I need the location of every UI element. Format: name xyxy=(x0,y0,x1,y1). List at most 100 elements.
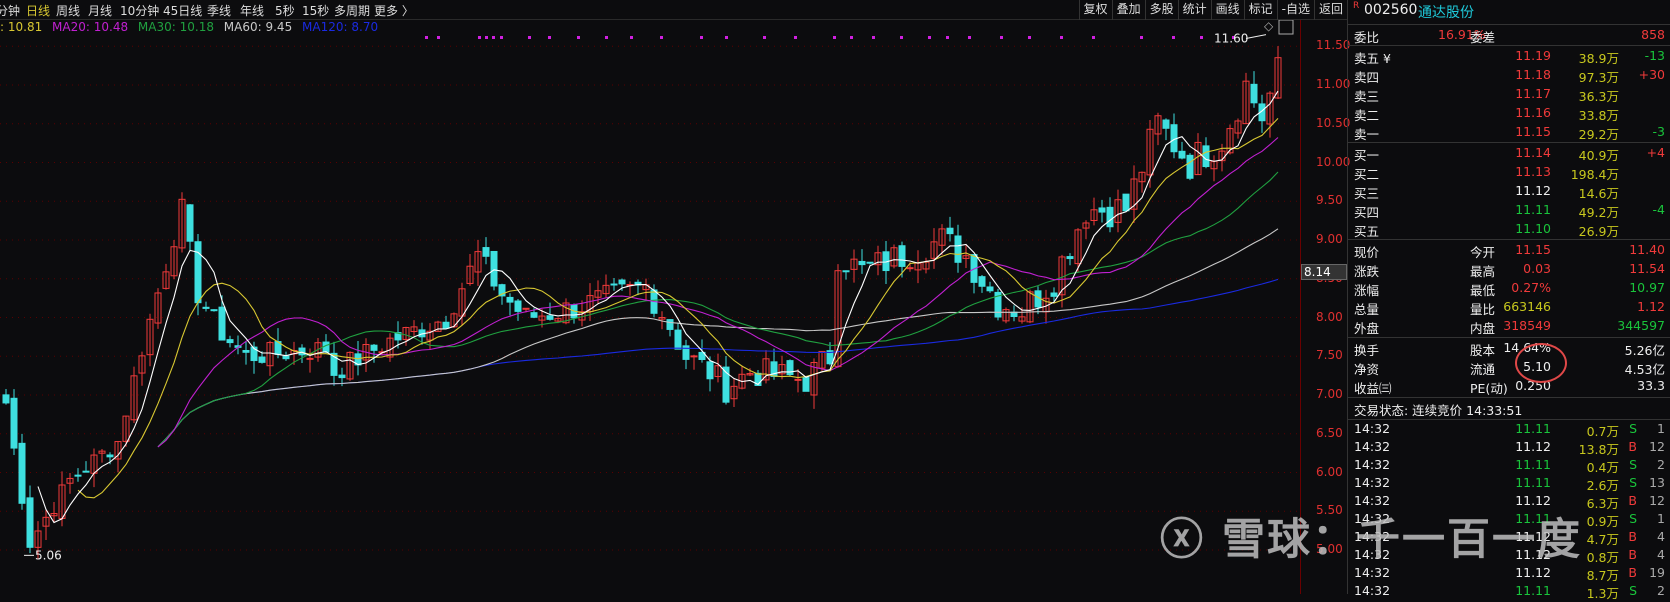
ma10-line xyxy=(77,118,1279,499)
cell: 11.12 xyxy=(1515,439,1551,454)
period-tab[interactable]: 更多 〉 xyxy=(374,2,414,19)
cell: 0.03 xyxy=(1523,261,1551,276)
signal-marker xyxy=(548,36,551,39)
signal-marker xyxy=(763,36,766,39)
tool-button[interactable]: -自选 xyxy=(1276,0,1314,20)
candle-down xyxy=(610,283,618,286)
trading-status-row: 交易状态: 连续竞价 14:33:51 xyxy=(1348,400,1670,418)
cell: B xyxy=(1628,439,1637,454)
candle-down xyxy=(666,319,674,330)
signal-marker xyxy=(1200,36,1203,39)
signal-marker xyxy=(1092,36,1095,39)
candle-down xyxy=(2,394,10,404)
period-tab[interactable]: 45日线 xyxy=(163,2,202,19)
candle-down xyxy=(1178,150,1186,159)
period-tab[interactable]: 季线 xyxy=(207,2,231,19)
signal-marker xyxy=(605,36,608,39)
y-tick-label: 10.50 xyxy=(1316,115,1351,130)
period-tab[interactable]: 日线 xyxy=(26,2,50,19)
kline-chart[interactable]: 5.06 11.60 ◇ xyxy=(0,0,1300,594)
divider xyxy=(1348,142,1670,143)
period-tab[interactable]: 多周期 xyxy=(334,2,370,19)
cell: 40.9万 xyxy=(1578,148,1619,163)
cell: 38.9万 xyxy=(1578,51,1619,66)
candle-up xyxy=(522,307,530,310)
tool-button[interactable]: 画线 xyxy=(1210,0,1244,20)
candle-down xyxy=(242,349,250,353)
cell: B xyxy=(1628,493,1637,508)
cell: 最低 xyxy=(1470,283,1496,298)
cell: 11.17 xyxy=(1515,86,1551,101)
cell: 0.8万 xyxy=(1586,550,1619,565)
signal-marker xyxy=(425,36,428,39)
panel-toggle-icon[interactable] xyxy=(1278,19,1294,35)
candle-down xyxy=(442,321,450,329)
cell: 买三 xyxy=(1354,186,1380,201)
cell: 11.15 xyxy=(1515,242,1551,257)
tool-button[interactable]: 标记 xyxy=(1243,0,1277,20)
signal-marker xyxy=(872,36,875,39)
tool-button[interactable]: 返回 xyxy=(1313,0,1347,20)
period-tab[interactable]: 5秒 xyxy=(275,2,295,19)
period-tab[interactable]: 年线 xyxy=(240,2,264,19)
candle-down xyxy=(210,309,218,312)
tool-button[interactable]: 统计 xyxy=(1177,0,1211,20)
candle-down xyxy=(858,260,866,266)
tick-trade-row: 14:32 11.11 0.4万 S 2 xyxy=(1348,457,1670,475)
cell: 11.11 xyxy=(1515,421,1551,436)
high-price-label: 11.60 xyxy=(1214,32,1248,46)
tick-trade-row: 14:32 11.12 13.8万 B 12 xyxy=(1348,439,1670,457)
candle-down xyxy=(1098,207,1106,213)
cell: 14:32 xyxy=(1354,439,1391,454)
cell: -13 xyxy=(1644,48,1665,63)
quote-stat-row: 涨跌 0.03 最高 11.54 xyxy=(1348,261,1670,279)
cell: 1.3万 xyxy=(1586,586,1619,601)
cell: 198.4万 xyxy=(1570,167,1619,182)
cell: -4 xyxy=(1652,202,1665,217)
tool-button[interactable]: 叠加 xyxy=(1111,0,1145,20)
cell: 14:32 xyxy=(1354,475,1391,490)
period-tab[interactable]: 周线 xyxy=(56,2,80,19)
period-tab[interactable]: 15秒 xyxy=(302,2,329,19)
cell: 0.7万 xyxy=(1586,424,1619,439)
low-price-label: 5.06 xyxy=(35,548,62,562)
cell: 11.10 xyxy=(1515,221,1551,236)
period-tab[interactable]: 10分钟 xyxy=(120,2,159,19)
y-tick-label: 7.00 xyxy=(1316,387,1343,401)
cell: 总量 xyxy=(1354,302,1380,317)
candle-down xyxy=(898,245,906,267)
cell: 买四 xyxy=(1354,205,1380,220)
quote-stat-row: 现价 11.15 今开 11.40 xyxy=(1348,242,1670,260)
signal-marker xyxy=(500,36,503,39)
signal-marker xyxy=(1140,36,1143,39)
cell: 11.54 xyxy=(1629,261,1665,276)
bid-level: 买二 11.13 198.4万 xyxy=(1348,164,1670,182)
candle-down xyxy=(1050,292,1058,297)
y-tick-label: 11.00 xyxy=(1316,77,1351,91)
cell: 今开 xyxy=(1470,245,1496,260)
diamond-icon[interactable]: ◇ xyxy=(1264,19,1274,33)
ask-level: 卖三 11.17 36.3万 xyxy=(1348,86,1670,104)
cell: 14:32 xyxy=(1354,565,1391,580)
candle-down xyxy=(986,286,994,292)
tool-button[interactable]: 复权 xyxy=(1078,0,1112,20)
cell: 外盘 xyxy=(1354,321,1380,336)
stock-name: 通达股份 xyxy=(1418,5,1474,21)
tool-button[interactable]: 多股 xyxy=(1144,0,1178,20)
cell: 现价 xyxy=(1354,245,1380,260)
highlight-circle xyxy=(1515,343,1567,383)
stock-header: R 002560 通达股份 xyxy=(1348,1,1670,21)
candle-down xyxy=(706,361,714,380)
cell: 买一 xyxy=(1354,148,1380,163)
period-tab[interactable]: 分钟 xyxy=(0,2,20,19)
signal-marker xyxy=(660,36,663,39)
candle-down xyxy=(618,279,626,285)
cell: 1 xyxy=(1657,511,1665,526)
candle-down xyxy=(202,306,210,309)
cell: 1.12 xyxy=(1637,299,1665,314)
divider xyxy=(1348,419,1670,420)
period-tab[interactable]: 月线 xyxy=(88,2,112,19)
y-tick-label: 6.00 xyxy=(1316,464,1343,479)
tick-trade-row: 14:32 11.11 2.6万 S 13 xyxy=(1348,475,1670,493)
signal-marker xyxy=(1172,36,1175,39)
